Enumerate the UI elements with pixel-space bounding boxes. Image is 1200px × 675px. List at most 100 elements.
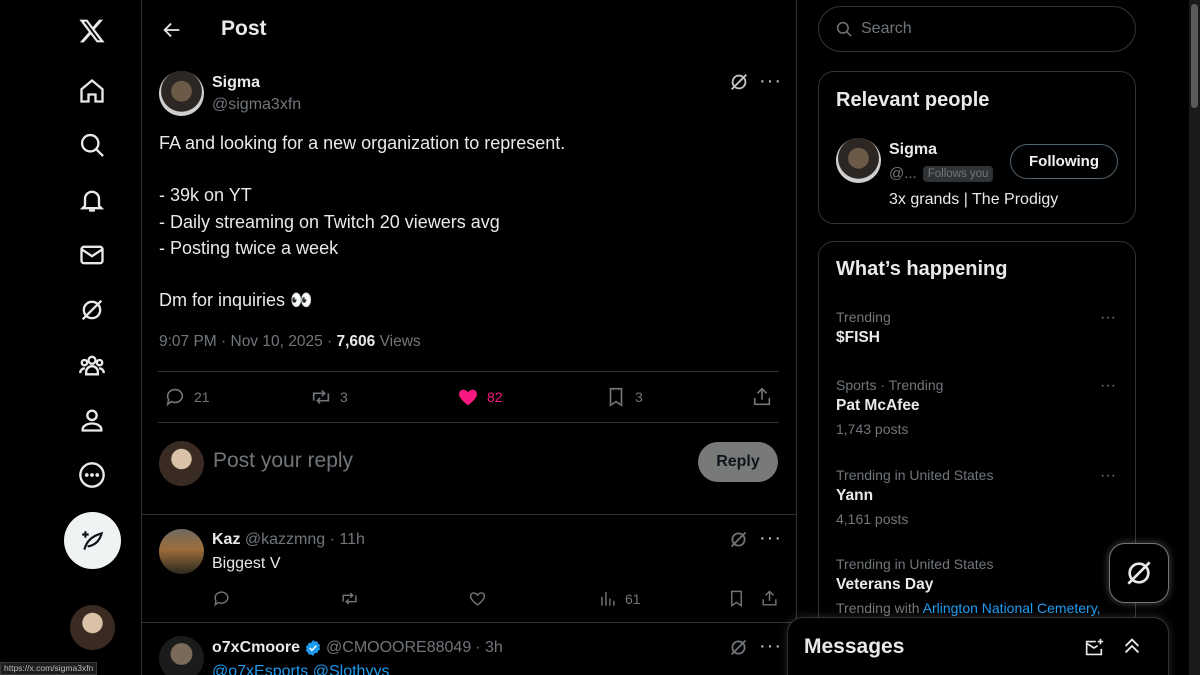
reply-author-name[interactable]: o7xCmoore — [212, 639, 300, 657]
person-handle-row: @... Follows you — [889, 165, 994, 182]
reply-author-name[interactable]: Kaz — [212, 531, 240, 548]
post-timestamp[interactable]: 9:07 PM · Nov 10, 2025 · — [159, 333, 336, 350]
person-bio: 3x grands | The Prodigy — [889, 191, 1059, 208]
person-name[interactable]: Sigma — [889, 141, 937, 159]
verified-icon — [305, 640, 321, 656]
trend-more-icon[interactable]: ··· — [1100, 377, 1116, 395]
search-icon[interactable] — [64, 117, 120, 173]
whats-happening-panel: What’s happening Trending $FISH ··· Spor… — [818, 241, 1136, 671]
reply-reply-action[interactable] — [212, 589, 231, 608]
grok-explain-icon[interactable] — [728, 637, 749, 658]
x-logo-icon[interactable] — [64, 3, 120, 59]
chevron-up-icon[interactable] — [1121, 635, 1143, 657]
reply-share-action[interactable] — [760, 589, 779, 608]
reply-time[interactable]: · 3h — [475, 639, 503, 657]
search-placeholder: Search — [861, 20, 912, 37]
grok-icon[interactable] — [64, 282, 120, 338]
composer-avatar — [159, 441, 204, 486]
like-count: 82 — [487, 389, 503, 405]
divider — [142, 514, 796, 515]
search-input[interactable]: Search — [818, 6, 1136, 52]
divider — [158, 422, 779, 423]
reply-views: 61 — [625, 590, 641, 607]
post-line — [159, 156, 759, 182]
post-views-label: Views — [375, 333, 421, 350]
reply-action[interactable]: 21 — [164, 386, 210, 408]
reply-text[interactable]: @o7xEsports @Slothyys — [212, 663, 389, 675]
person-avatar[interactable] — [836, 138, 881, 183]
post-author-avatar[interactable] — [159, 71, 204, 116]
person-handle[interactable]: @... — [889, 165, 917, 182]
relevant-people-panel: Relevant people Sigma @... Follows you F… — [818, 71, 1136, 224]
trend-title: Yann — [836, 487, 874, 504]
reply-more-icon[interactable]: ··· — [759, 635, 782, 658]
mail-icon[interactable] — [64, 227, 120, 283]
scrollbar-thumb[interactable] — [1191, 4, 1198, 108]
home-icon[interactable] — [64, 63, 120, 119]
reply-bookmark-action[interactable] — [727, 589, 746, 608]
reply-button[interactable]: Reply — [698, 442, 778, 482]
repost-action[interactable]: 3 — [310, 386, 348, 408]
reply-analytics-action[interactable]: 61 — [598, 589, 641, 608]
post-line — [159, 261, 759, 287]
more-icon[interactable] — [64, 447, 120, 503]
trend-title: $FISH — [836, 329, 880, 346]
following-button[interactable]: Following — [1010, 144, 1118, 179]
trend-context: Trending — [836, 309, 891, 325]
post-line: FA and looking for a new organization to… — [159, 133, 566, 153]
reply-header: o7xCmoore @CMOOORE88049 · 3h — [212, 639, 503, 657]
grok-explain-icon[interactable] — [728, 529, 749, 550]
reply-author-handle[interactable]: @kazzmng — [245, 531, 325, 548]
reply-count: 21 — [194, 389, 210, 405]
reply-like-action[interactable] — [468, 589, 487, 608]
trend-item[interactable]: Trending in United States Veterans Day T… — [836, 556, 1126, 616]
reply-time[interactable]: · 11h — [330, 531, 365, 548]
page-scrollbar[interactable] — [1189, 0, 1200, 675]
share-action[interactable] — [751, 386, 773, 408]
repost-count: 3 — [340, 389, 348, 405]
reply-more-icon[interactable]: ··· — [759, 527, 782, 550]
trend-count: Trending with Arlington National Cemeter… — [836, 600, 1126, 616]
trend-item[interactable]: Trending in United States Yann 4,161 pos… — [836, 467, 1126, 527]
compose-button[interactable] — [64, 512, 121, 569]
reply-header: Kaz @kazzmng · 11h — [212, 531, 365, 549]
repost-icon — [342, 592, 357, 605]
left-nav — [0, 0, 142, 675]
post-body: FA and looking for a new organization to… — [159, 130, 759, 313]
post-more-icon[interactable]: ··· — [759, 70, 782, 93]
account-avatar[interactable] — [70, 605, 115, 650]
trend-link[interactable]: Arlington National Cemetery, — [923, 600, 1101, 616]
bell-icon[interactable] — [64, 172, 120, 228]
divider — [142, 622, 796, 623]
reply-input[interactable]: Post your reply — [213, 449, 353, 473]
reply-repost-action[interactable] — [340, 589, 359, 608]
profile-icon[interactable] — [64, 392, 120, 448]
trend-item[interactable]: Trending $FISH ··· — [836, 309, 1126, 347]
trend-item[interactable]: Sports · Trending Pat McAfee 1,743 posts… — [836, 377, 1126, 437]
reply-avatar[interactable] — [159, 636, 204, 675]
post-author-handle[interactable]: @sigma3xfn — [212, 96, 301, 114]
trend-title: Pat McAfee — [836, 397, 920, 414]
communities-icon[interactable] — [64, 337, 120, 393]
reply-author-handle[interactable]: @CMOOORE88049 — [326, 639, 471, 657]
new-message-icon[interactable] — [1083, 637, 1105, 659]
trend-more-icon[interactable]: ··· — [1100, 309, 1116, 327]
main-column: Post Sigma @sigma3xfn ··· FA and looking… — [141, 0, 797, 675]
bookmark-action[interactable]: 3 — [605, 386, 643, 408]
search-icon — [836, 21, 852, 37]
back-button[interactable] — [158, 16, 186, 44]
repost-icon — [312, 389, 330, 405]
messages-drawer[interactable]: Messages — [787, 617, 1169, 675]
trend-count: 1,743 posts — [836, 421, 909, 437]
grok-floating-button[interactable] — [1109, 543, 1169, 603]
post-line: - Daily streaming on Twitch 20 viewers a… — [159, 211, 500, 232]
trend-context: Sports · Trending — [836, 377, 944, 393]
reply-avatar[interactable] — [159, 529, 204, 574]
like-action[interactable]: 82 — [457, 386, 503, 408]
trend-more-icon[interactable]: ··· — [1100, 467, 1116, 485]
grok-explain-icon[interactable] — [728, 71, 750, 93]
post-views-count: 7,606 — [336, 333, 376, 350]
back-arrow-icon — [163, 22, 180, 38]
post-author-name[interactable]: Sigma — [212, 74, 260, 92]
grok-icon — [1127, 561, 1151, 585]
